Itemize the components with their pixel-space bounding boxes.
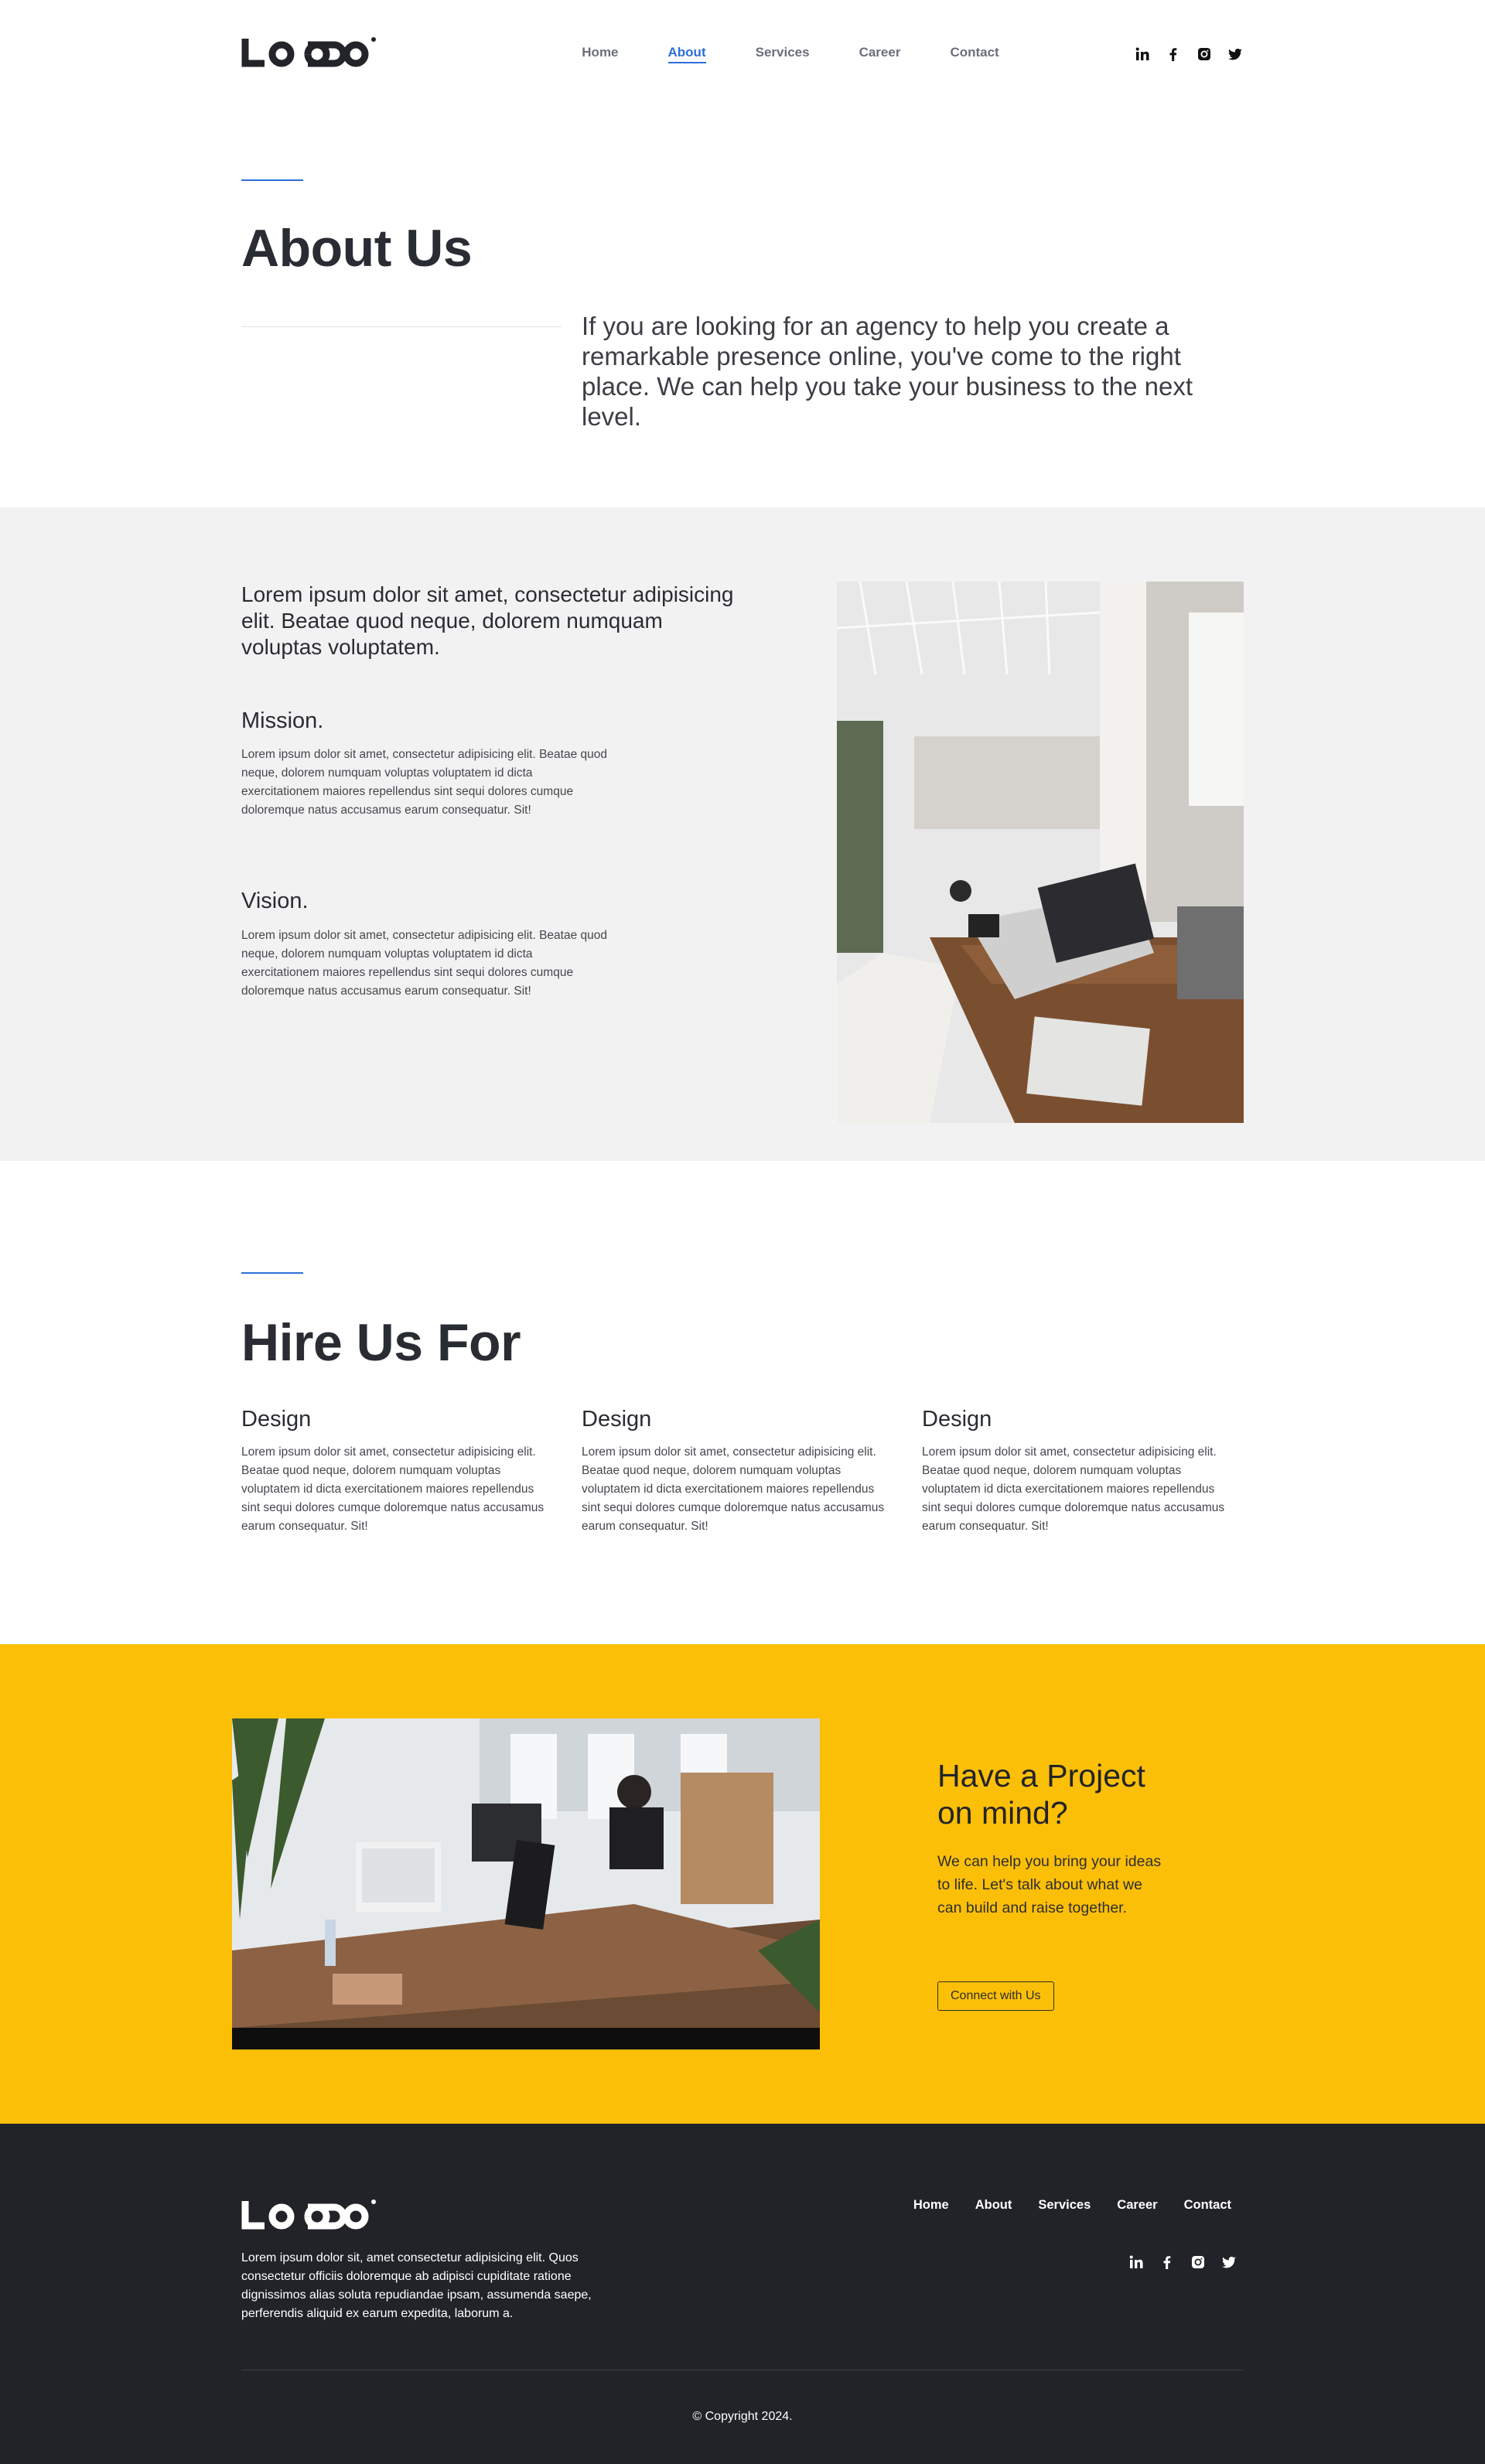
nav-career[interactable]: Career [859, 45, 901, 63]
instagram-icon[interactable] [1196, 46, 1213, 63]
accent-line [241, 1272, 303, 1274]
page-title: About Us [241, 219, 473, 278]
mission-text: Lorem ipsum dolor sit amet, consectetur … [241, 748, 607, 817]
twitter-icon[interactable] [1227, 46, 1244, 63]
cta-section: Have a Project on mind? We can help you … [0, 1644, 1485, 2124]
linkedin-icon[interactable] [1134, 46, 1151, 63]
main-nav: Home About Services Career Contact [582, 45, 999, 63]
footer-description: Lorem ipsum dolor sit, amet consectetur … [241, 2251, 592, 2320]
nav-about[interactable]: About [667, 45, 706, 63]
footer-nav-services[interactable]: Services [1038, 2198, 1091, 2213]
facebook-icon[interactable] [1165, 46, 1182, 63]
about-lead: If you are looking for an agency to help… [582, 312, 1193, 431]
twitter-icon[interactable] [1220, 2254, 1238, 2271]
cta-text: We can help you bring your ideas to life… [937, 1853, 1162, 1916]
service-item: Design Lorem ipsum dolor sit amet, conse… [241, 1407, 551, 1536]
mission-title: Mission. [241, 708, 324, 733]
service-text: Lorem ipsum dolor sit amet, consectetur … [922, 1445, 1225, 1533]
footer-nav-home[interactable]: Home [913, 2198, 949, 2213]
intro-section: Lorem ipsum dolor sit amet, consectetur … [0, 507, 1485, 1161]
vision-title: Vision. [241, 889, 309, 913]
social-links [1134, 46, 1244, 63]
service-title: Design [241, 1407, 312, 1432]
intro-heading: Lorem ipsum dolor sit amet, consectetur … [241, 582, 734, 659]
service-title: Design [922, 1407, 992, 1432]
service-item: Design Lorem ipsum dolor sit amet, conse… [922, 1407, 1231, 1536]
office-photo [837, 582, 1244, 1123]
footer-nav-contact[interactable]: Contact [1184, 2198, 1231, 2213]
hire-section: Hire Us For Design Lorem ipsum dolor sit… [0, 1161, 1485, 1644]
service-item: Design Lorem ipsum dolor sit amet, conse… [582, 1407, 891, 1536]
nav-contact[interactable]: Contact [950, 45, 999, 63]
linkedin-icon[interactable] [1128, 2254, 1145, 2271]
footer-nav-career[interactable]: Career [1117, 2198, 1157, 2213]
vision-text: Lorem ipsum dolor sit amet, consectetur … [241, 929, 607, 998]
divider [241, 326, 562, 327]
footer-logo[interactable] [241, 2198, 377, 2236]
nav-home[interactable]: Home [582, 45, 618, 63]
footer-social-links [1128, 2254, 1238, 2271]
logo-mark [241, 2200, 376, 2230]
workspace-photo [232, 1718, 820, 2049]
service-text: Lorem ipsum dolor sit amet, consectetur … [582, 1445, 885, 1533]
about-hero: About Us If you are looking for an agenc… [0, 108, 1485, 507]
facebook-icon[interactable] [1159, 2254, 1176, 2271]
service-list: Design Lorem ipsum dolor sit amet, conse… [241, 1407, 1244, 1536]
site-footer: Lorem ipsum dolor sit, amet consectetur … [0, 2124, 1485, 2464]
accent-line [241, 179, 303, 181]
service-text: Lorem ipsum dolor sit amet, consectetur … [241, 1445, 544, 1533]
logo-mark [241, 36, 376, 67]
connect-button[interactable]: Connect with Us [937, 1981, 1054, 2011]
copyright: © Copyright 2024. [692, 2410, 793, 2423]
cta-title: Have a Project on mind? [937, 1758, 1145, 1831]
nav-services[interactable]: Services [756, 45, 810, 63]
instagram-icon[interactable] [1190, 2254, 1207, 2271]
footer-nav: Home About Services Career Contact [913, 2198, 1231, 2213]
footer-nav-about[interactable]: About [975, 2198, 1012, 2213]
logo[interactable] [241, 36, 377, 73]
hire-title: Hire Us For [241, 1313, 521, 1372]
service-title: Design [582, 1407, 652, 1432]
site-header: Home About Services Career Contact [0, 0, 1485, 108]
